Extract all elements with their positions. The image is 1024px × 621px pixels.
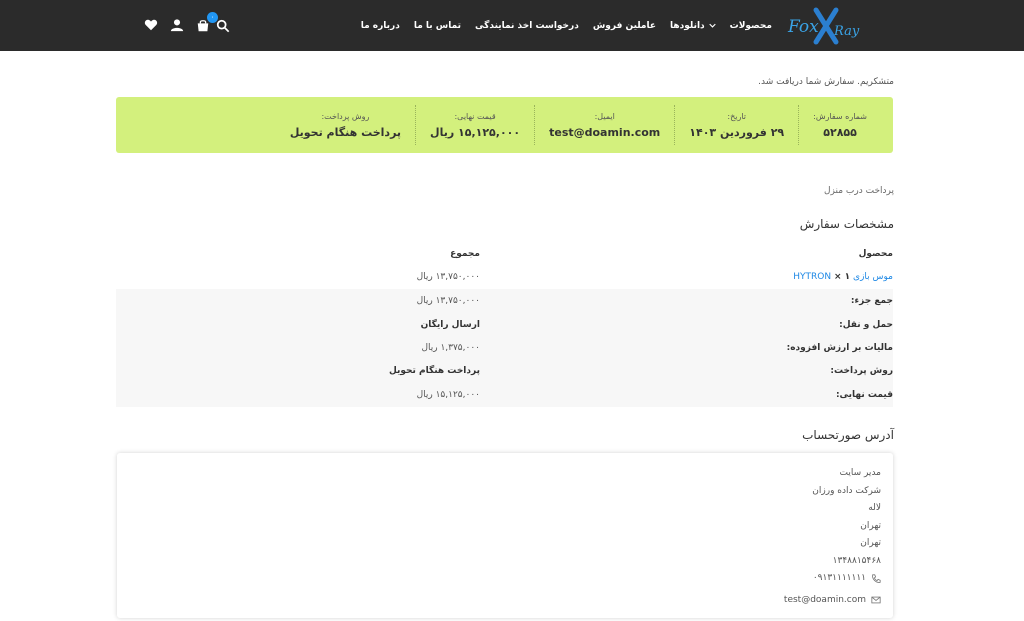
billing-phone: ۰۹۱۳۱۱۱۱۱۱۱ [784, 570, 881, 588]
main-nav: محصولات دانلودها عاملین فروش درخواست اخذ… [361, 0, 772, 51]
shipping-row: حمل و نقل: ارسال رایگان [116, 314, 893, 337]
billing-title: آدرس صورتحساب [802, 428, 894, 442]
thank-you-message: متشکریم. سفارش شما دریافت شد. [758, 77, 894, 87]
row-value: ۱۳,۷۵۰,۰۰۰ ریال [416, 296, 480, 306]
row-label: حمل و نقل: [839, 320, 893, 330]
summary-label: تاریخ: [727, 111, 747, 121]
nav-downloads[interactable]: دانلودها [670, 21, 716, 31]
address-line: ۱۳۴۸۸۱۵۴۶۸ [832, 555, 881, 566]
row-value: ۱,۳۷۵,۰۰۰ ریال [421, 343, 480, 353]
grand-total-row: قیمت نهایی: ۱۵,۱۲۵,۰۰۰ ریال [116, 384, 893, 407]
header-actions: ۰ [144, 12, 218, 32]
nav-sellers-label: عاملین فروش [592, 20, 657, 31]
row-label: جمع جزء: [850, 296, 893, 306]
nav-about[interactable]: درباره ما [361, 21, 400, 31]
col-product-header: محصول [858, 249, 893, 259]
order-item-row: موس بازی HYTRON × ۱ ۱۳,۷۵۰,۰۰۰ ریال [116, 266, 893, 289]
summary-value: test@doamin.com [549, 125, 661, 139]
address-line: مدیر سایت [839, 468, 881, 478]
product-qty: × ۱ [834, 272, 851, 282]
address-line: تهران [860, 520, 881, 531]
svg-text:Fox: Fox [787, 17, 819, 37]
phone-value: ۰۹۱۳۱۱۱۱۱۱۱ [812, 573, 866, 583]
summary-payment-method: روش پرداخت: پرداخت هنگام تحویل [276, 105, 415, 145]
phone-icon [872, 574, 881, 583]
row-value: ۱۵,۱۲۵,۰۰۰ ریال [416, 390, 480, 400]
summary-label: ایمیل: [594, 111, 615, 121]
tax-row: مالیات بر ارزش افزوده: ۱,۳۷۵,۰۰۰ ریال [116, 337, 893, 360]
site-logo[interactable]: Fox Ray [786, 6, 866, 46]
user-icon[interactable] [170, 18, 184, 32]
svg-text:Ray: Ray [833, 24, 860, 39]
order-item-cell: موس بازی HYTRON × ۱ [793, 272, 893, 282]
site-header: Fox Ray محصولات دانلودها عاملین فروش درخ… [0, 0, 1024, 51]
envelope-icon [871, 596, 881, 604]
row-value: پرداخت هنگام تحویل [388, 366, 480, 376]
order-details-title: مشخصات سفارش [799, 217, 894, 231]
order-summary: شماره سفارش: ۵۲۸۵۵ تاریخ: ۲۹ فروردین ۱۴۰… [116, 97, 893, 153]
subtotal-row: جمع جزء: ۱۳,۷۵۰,۰۰۰ ریال [116, 290, 893, 313]
address-line: تهران [860, 538, 881, 548]
nav-sellers[interactable]: عاملین فروش [593, 21, 656, 31]
nav-agency-request[interactable]: درخواست اخذ نمایندگی [475, 21, 579, 31]
product-total: ۱۳,۷۵۰,۰۰۰ ریال [416, 272, 480, 282]
row-label: مالیات بر ارزش افزوده: [786, 343, 893, 353]
summary-value: پرداخت هنگام تحویل [289, 125, 402, 139]
nav-products-label: محصولات [729, 20, 772, 31]
col-total-header: مجموع [450, 249, 480, 259]
payment-method-row: روش پرداخت: پرداخت هنگام تحویل [116, 360, 893, 383]
nav-downloads-label: دانلودها [670, 20, 705, 31]
nav-agency-label: درخواست اخذ نمایندگی [475, 20, 579, 31]
order-table-header: محصول مجموع [116, 243, 893, 263]
summary-label: روش پرداخت: [321, 111, 370, 121]
email-value: test@doamin.com [783, 594, 866, 605]
payment-note: پرداخت درب منزل [824, 186, 894, 196]
summary-order-number: شماره سفارش: ۵۲۸۵۵ [798, 105, 881, 145]
summary-total: قیمت نهایی: ۱۵,۱۲۵,۰۰۰ ریال [415, 105, 534, 145]
summary-value: ۵۲۸۵۵ [823, 125, 857, 139]
nav-about-label: درباره ما [360, 20, 400, 31]
summary-date: تاریخ: ۲۹ فروردین ۱۴۰۳ [674, 105, 798, 145]
summary-email: ایمیل: test@doamin.com [534, 105, 674, 145]
chevron-down-icon [708, 23, 716, 28]
cart-button[interactable]: ۰ [196, 12, 218, 32]
address-lines: مدیر سایت شرکت داده ورزان لاله تهران تهر… [784, 465, 881, 609]
summary-label: شماره سفارش: [813, 111, 867, 121]
summary-value: ۲۹ فروردین ۱۴۰۳ [689, 125, 785, 139]
row-label: روش پرداخت: [830, 366, 893, 376]
heart-icon[interactable] [144, 18, 158, 32]
row-label: قیمت نهایی: [835, 390, 893, 400]
nav-contact[interactable]: تماس با ما [414, 21, 461, 31]
nav-products[interactable]: محصولات [730, 21, 772, 31]
row-value: ارسال رایگان [420, 320, 480, 330]
billing-address-card: مدیر سایت شرکت داده ورزان لاله تهران تهر… [117, 453, 893, 618]
address-line: شرکت داده ورزان [812, 485, 881, 496]
address-line: لاله [868, 503, 881, 513]
search-icon[interactable] [216, 19, 230, 33]
summary-label: قیمت نهایی: [454, 111, 496, 121]
summary-value: ۱۵,۱۲۵,۰۰۰ ریال [430, 125, 521, 139]
billing-email: test@doamin.com [784, 592, 881, 610]
nav-contact-label: تماس با ما [413, 20, 462, 31]
